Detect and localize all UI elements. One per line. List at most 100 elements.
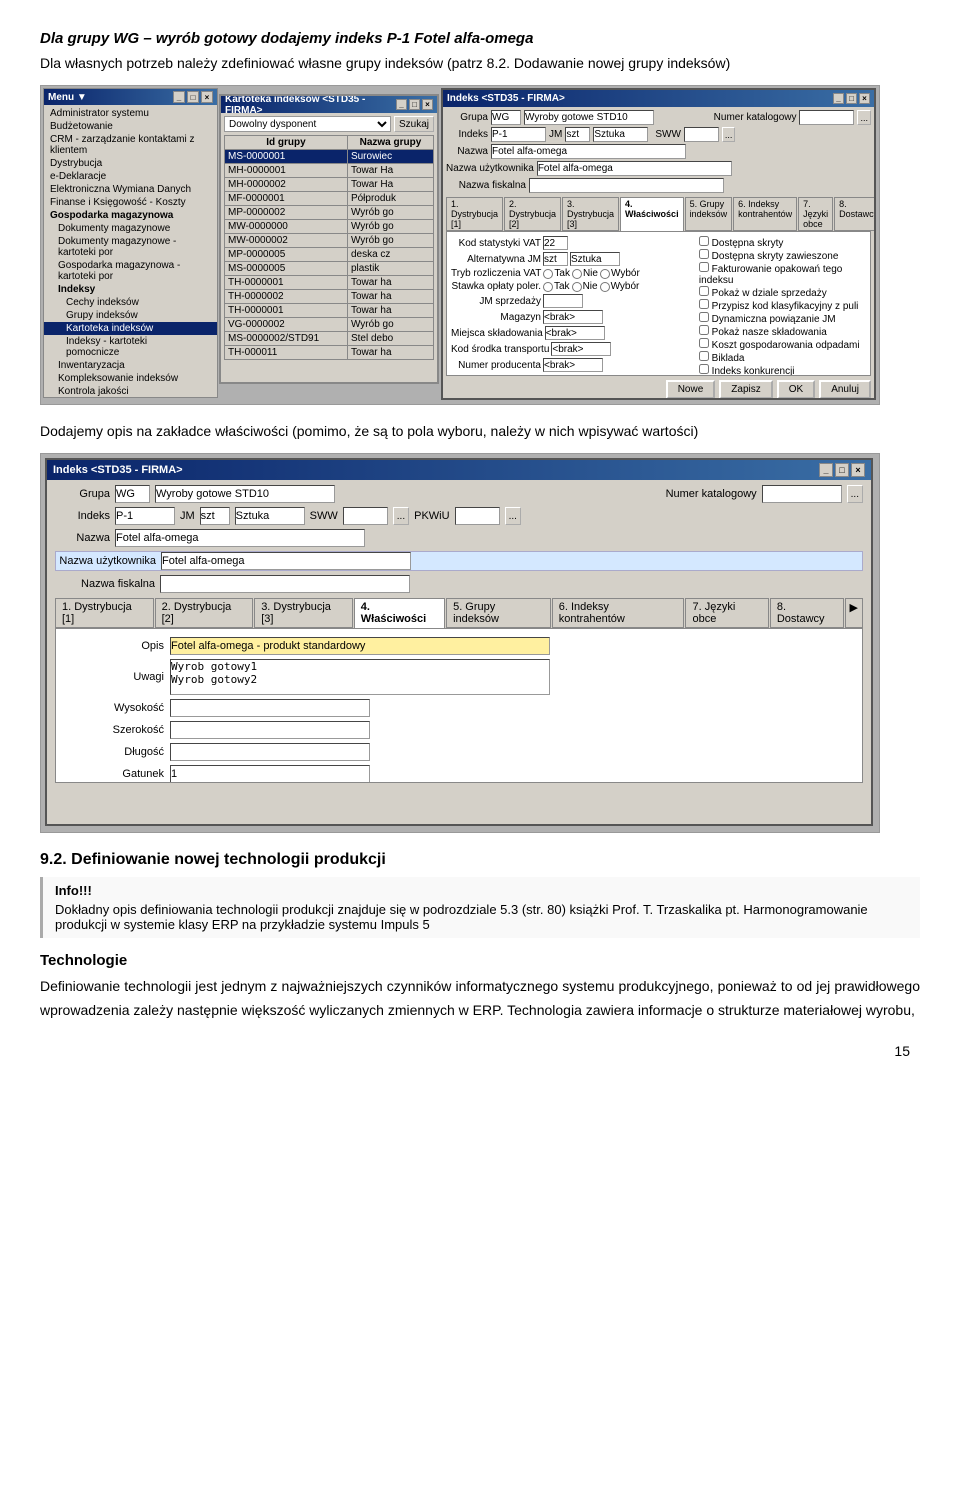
ok-button[interactable]: OK <box>777 380 815 399</box>
menu-item[interactable]: Indeksy <box>44 283 217 296</box>
checkbox-dynamiczna[interactable] <box>699 312 709 322</box>
checkbox-pokaz-sprzedaz[interactable] <box>699 286 709 296</box>
tab-dystrybucja2[interactable]: 2. Dystrybucja [2] <box>504 197 561 231</box>
table-row[interactable]: MF-0000001Półproduk <box>225 192 434 206</box>
table-row[interactable]: TH-0000001Towar ha <box>225 304 434 318</box>
c2-pkwiu-input[interactable] <box>455 507 500 525</box>
menu-item[interactable]: Administrator systemu <box>44 107 217 120</box>
c2-max[interactable]: □ <box>835 463 849 477</box>
dysponent-select[interactable]: Dowolny dysponent <box>224 116 391 132</box>
table-row[interactable]: TH-000011Towar ha <box>225 346 434 360</box>
list-close[interactable]: × <box>422 99 433 110</box>
checkbox-fakturowanie[interactable] <box>699 262 709 272</box>
checkbox-kartelka[interactable] <box>699 364 709 374</box>
stawka-wybor-radio[interactable] <box>600 282 610 292</box>
c2-nazwa-uzyt-input[interactable] <box>161 552 411 570</box>
card-close[interactable]: × <box>859 93 870 104</box>
checkbox-pokaz-sklad[interactable] <box>699 325 709 335</box>
menu-item[interactable]: Dokumenty magazynowe <box>44 222 217 235</box>
vat-wybor-radio[interactable] <box>600 269 610 279</box>
tab-grupy[interactable]: 5. Grupy indeksów <box>685 197 733 231</box>
menu-item[interactable]: Budżetowanie <box>44 120 217 133</box>
c2-tab-scroll[interactable]: ▶ <box>845 598 863 628</box>
jm-sprzedazy-input[interactable] <box>543 294 583 308</box>
c2-nazwa-fisk-input[interactable] <box>160 575 410 593</box>
table-row[interactable]: MS-0000001Surowiec <box>225 150 434 164</box>
table-row[interactable]: TH-0000001Towar ha <box>225 276 434 290</box>
card-max[interactable]: □ <box>846 93 857 104</box>
num-kat-btn[interactable]: ... <box>857 110 871 125</box>
c2-tab-dostaw[interactable]: 8. Dostawcy <box>770 598 844 628</box>
search-button[interactable]: Szukaj <box>394 116 434 132</box>
c2-dlugosc-input[interactable] <box>170 743 370 761</box>
checkbox-koszt-gosp[interactable] <box>699 338 709 348</box>
kod-srod-input[interactable] <box>551 342 611 356</box>
list-max[interactable]: □ <box>409 99 420 110</box>
num-kat-input[interactable] <box>799 110 854 125</box>
c2-sww-btn[interactable]: ... <box>393 507 409 525</box>
anuluj-button[interactable]: Anuluj <box>819 380 871 399</box>
menu-item[interactable]: Kompleksowanie indeksów <box>44 372 217 385</box>
c2-tab-dystr2[interactable]: 2. Dystrybucja [2] <box>155 598 254 628</box>
c2-group-input[interactable] <box>115 485 150 503</box>
jm-desc-input[interactable] <box>593 127 648 142</box>
checkbox-dostepna-skryty[interactable] <box>699 236 709 246</box>
c2-tab-wlasc[interactable]: 4. Właściwości <box>354 598 445 628</box>
c2-wysokosc-input[interactable] <box>170 699 370 717</box>
group-desc-input[interactable] <box>524 110 654 125</box>
c2-nazwa-input[interactable] <box>115 529 365 547</box>
card-min[interactable]: _ <box>833 93 844 104</box>
tab-jezyki[interactable]: 7. Języki obce <box>798 197 833 231</box>
c2-group-desc[interactable] <box>155 485 335 503</box>
menu-item[interactable]: Indeksy - kartoteki pomocnicze <box>44 335 217 359</box>
menu-item[interactable]: Dystrybucja <box>44 157 217 170</box>
menu-item[interactable]: Grupy indeksów <box>44 309 217 322</box>
table-row[interactable]: MP-0000002Wyrób go <box>225 206 434 220</box>
c2-tab-grupy[interactable]: 5. Grupy indeksów <box>446 598 551 628</box>
table-row[interactable]: MH-0000001Towar Ha <box>225 164 434 178</box>
c2-opis-input[interactable] <box>170 637 550 655</box>
checkbox-przypisz-kod[interactable] <box>699 299 709 309</box>
c2-jm-input[interactable] <box>200 507 230 525</box>
table-row[interactable]: MP-0000005deska cz <box>225 248 434 262</box>
c2-tab-dystr3[interactable]: 3. Dystrybucja [3] <box>254 598 353 628</box>
menu-item[interactable]: Dokumenty magazynowe - kartoteki por <box>44 235 217 259</box>
sww-input[interactable] <box>684 127 719 142</box>
menu-item[interactable]: Elektroniczna Wymiana Danych <box>44 183 217 196</box>
table-row[interactable]: MS-0000002/STD91Stel debo <box>225 332 434 346</box>
jm-input[interactable] <box>565 127 590 142</box>
alt-jm-desc[interactable] <box>570 252 620 266</box>
vat-nie-radio[interactable] <box>572 269 582 279</box>
sww-btn[interactable]: ... <box>722 127 736 142</box>
tab-dystrybucja1[interactable]: 1. Dystrybucja [1] <box>446 197 503 231</box>
nazwa-input[interactable] <box>491 144 686 159</box>
tab-indeksy-kont[interactable]: 6. Indeksy kontrahentów <box>733 197 797 231</box>
tab-dostawcy[interactable]: 8. Dostawcy <box>834 197 876 231</box>
zapisz-button[interactable]: Zapisz <box>719 380 772 399</box>
c2-close[interactable]: × <box>851 463 865 477</box>
menu-item[interactable]: Gospodarka magazynowa <box>44 209 217 222</box>
menu-item[interactable]: Gospodarka magazynowa - kartoteki por <box>44 259 217 283</box>
table-row[interactable]: MS-0000005plastik <box>225 262 434 276</box>
c2-uwagi-textarea[interactable]: Wyrob gotowy1 Wyrob gotowy2 <box>170 659 550 695</box>
group-input[interactable] <box>491 110 521 125</box>
c2-indeks-input[interactable] <box>115 507 175 525</box>
c2-tab-jezyki[interactable]: 7. Języki obce <box>685 598 768 628</box>
list-min[interactable]: _ <box>396 99 407 110</box>
magazyn-input[interactable] <box>543 310 603 324</box>
miejsca-sklad-input[interactable] <box>545 326 605 340</box>
stawka-nie-radio[interactable] <box>572 282 582 292</box>
table-row[interactable]: MW-0000000Wyrób go <box>225 220 434 234</box>
c2-num-kat-btn[interactable]: ... <box>847 485 863 503</box>
menu-item[interactable]: e-Deklaracje <box>44 170 217 183</box>
table-row[interactable]: MH-0000002Towar Ha <box>225 178 434 192</box>
menu-item[interactable]: Inwentaryzacja <box>44 359 217 372</box>
menu-item[interactable]: Cechy indeksów <box>44 296 217 309</box>
c2-gatunek-input[interactable] <box>170 765 370 783</box>
menu-item[interactable]: Finanse i Księgowość - Koszty <box>44 196 217 209</box>
min-btn[interactable]: _ <box>173 91 185 103</box>
kod-stat-input[interactable] <box>543 236 568 250</box>
numer-prod-input[interactable] <box>543 358 603 372</box>
c2-min[interactable]: _ <box>819 463 833 477</box>
c2-jm-desc[interactable] <box>235 507 305 525</box>
